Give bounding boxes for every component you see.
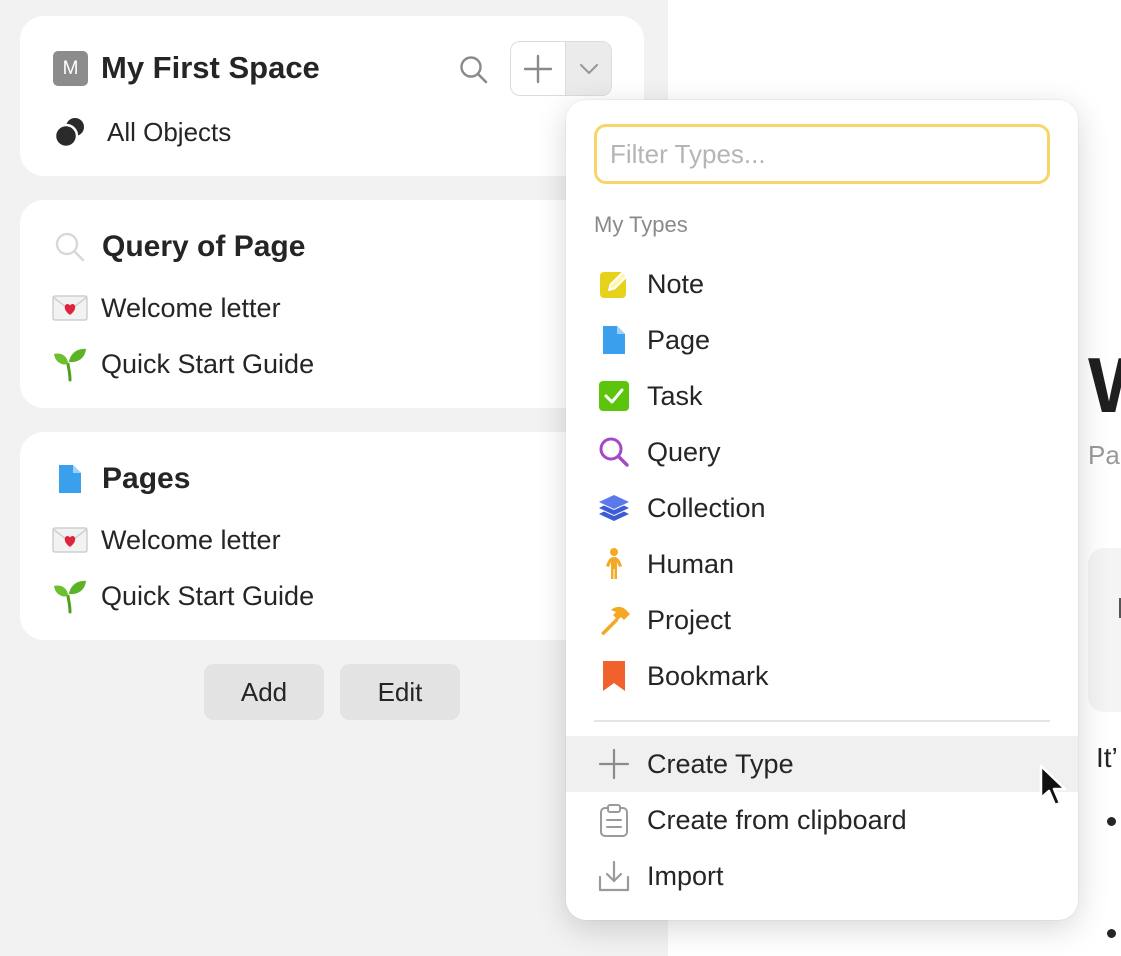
all-objects-link[interactable]: All Objects — [53, 114, 231, 150]
clipboard-icon — [596, 802, 632, 838]
type-item-collection[interactable]: Collection — [566, 480, 1078, 536]
plus-icon — [523, 54, 553, 83]
create-from-clipboard-button[interactable]: Create from clipboard — [566, 792, 1078, 848]
section-label: My Types — [594, 212, 688, 237]
widget-list-item[interactable]: Quick Start Guide — [52, 576, 314, 616]
type-menu-button[interactable] — [565, 42, 611, 95]
create-type-button[interactable]: Create Type — [566, 736, 1078, 792]
type-label: Query — [647, 436, 721, 467]
document-text: It’ — [1096, 742, 1118, 773]
collection-layers-icon — [596, 490, 632, 526]
widget-pages: Pages Welcome letter Quick Start Guide — [20, 432, 644, 640]
action-label: Create Type — [647, 748, 794, 779]
love-letter-emoji-icon — [52, 522, 88, 558]
type-label: Project — [647, 604, 732, 635]
menu-divider — [594, 720, 1050, 722]
page-icon — [59, 465, 81, 493]
type-label: Task — [647, 380, 703, 411]
widget-item-label: Quick Start Guide — [101, 580, 315, 611]
widget-header[interactable]: Pages — [53, 459, 190, 499]
all-objects-label: All Objects — [107, 116, 232, 147]
widget-title: Pages — [102, 462, 191, 495]
human-icon — [596, 546, 632, 582]
widget-list-item[interactable]: Welcome letter — [52, 288, 281, 328]
chevron-down-icon — [579, 63, 598, 74]
document-bullet — [1107, 929, 1116, 938]
filter-types-input[interactable] — [594, 124, 1050, 184]
widget-list-item[interactable]: Welcome letter — [52, 520, 281, 560]
widget-item-label: Welcome letter — [101, 292, 281, 323]
document-title: W — [1088, 340, 1121, 430]
edit-widgets-button[interactable]: Edit — [340, 664, 460, 720]
seedling-emoji-icon — [52, 578, 88, 614]
create-object-group — [510, 41, 612, 96]
document-cover-block — [1088, 548, 1121, 712]
widget-header[interactable]: Query of Page — [53, 227, 305, 267]
widget-list-item[interactable]: Quick Start Guide — [52, 344, 314, 384]
type-dropdown-menu: My Types Note Page Task Query Collection — [566, 100, 1078, 920]
widget-item-label: Quick Start Guide — [101, 348, 315, 379]
type-label: Bookmark — [647, 660, 769, 691]
add-widget-button[interactable]: Add — [204, 664, 324, 720]
space-card: M My First Space All Objects — [20, 16, 644, 176]
type-label: Note — [647, 268, 705, 299]
type-item-note[interactable]: Note — [566, 256, 1078, 312]
type-item-task[interactable]: Task — [566, 368, 1078, 424]
type-item-project[interactable]: Project — [566, 592, 1078, 648]
seedling-emoji-icon — [52, 346, 88, 382]
bookmark-icon — [596, 658, 632, 694]
document-bullet — [1107, 817, 1116, 826]
type-label: Page — [647, 324, 711, 355]
type-item-query[interactable]: Query — [566, 424, 1078, 480]
page-icon — [596, 322, 632, 358]
space-avatar[interactable]: M — [53, 51, 88, 86]
widget-item-label: Welcome letter — [101, 524, 281, 555]
type-item-human[interactable]: Human — [566, 536, 1078, 592]
type-label: Collection — [647, 492, 766, 523]
hammer-icon — [596, 602, 632, 638]
query-icon — [596, 434, 632, 470]
type-item-page[interactable]: Page — [566, 312, 1078, 368]
widget-title: Query of Page — [102, 230, 306, 263]
import-button[interactable]: Import — [566, 848, 1078, 904]
document-type-label: Pa — [1088, 440, 1120, 470]
mouse-cursor-icon — [1039, 764, 1067, 807]
action-label: Create from clipboard — [647, 804, 907, 835]
widget-query: Query of Page Welcome letter Quick Start… — [20, 200, 644, 408]
task-checkbox-icon — [596, 378, 632, 414]
type-label: Human — [647, 548, 735, 579]
import-icon — [596, 858, 632, 894]
action-label: Import — [647, 860, 724, 891]
search-icon — [55, 232, 85, 262]
type-item-bookmark[interactable]: Bookmark — [566, 648, 1078, 704]
search-icon[interactable] — [458, 54, 490, 86]
plus-icon — [596, 746, 632, 782]
create-object-button[interactable] — [511, 42, 565, 95]
note-icon — [596, 266, 632, 302]
love-letter-emoji-icon — [52, 290, 88, 326]
space-title[interactable]: My First Space — [101, 46, 320, 90]
all-objects-icon — [53, 118, 84, 149]
